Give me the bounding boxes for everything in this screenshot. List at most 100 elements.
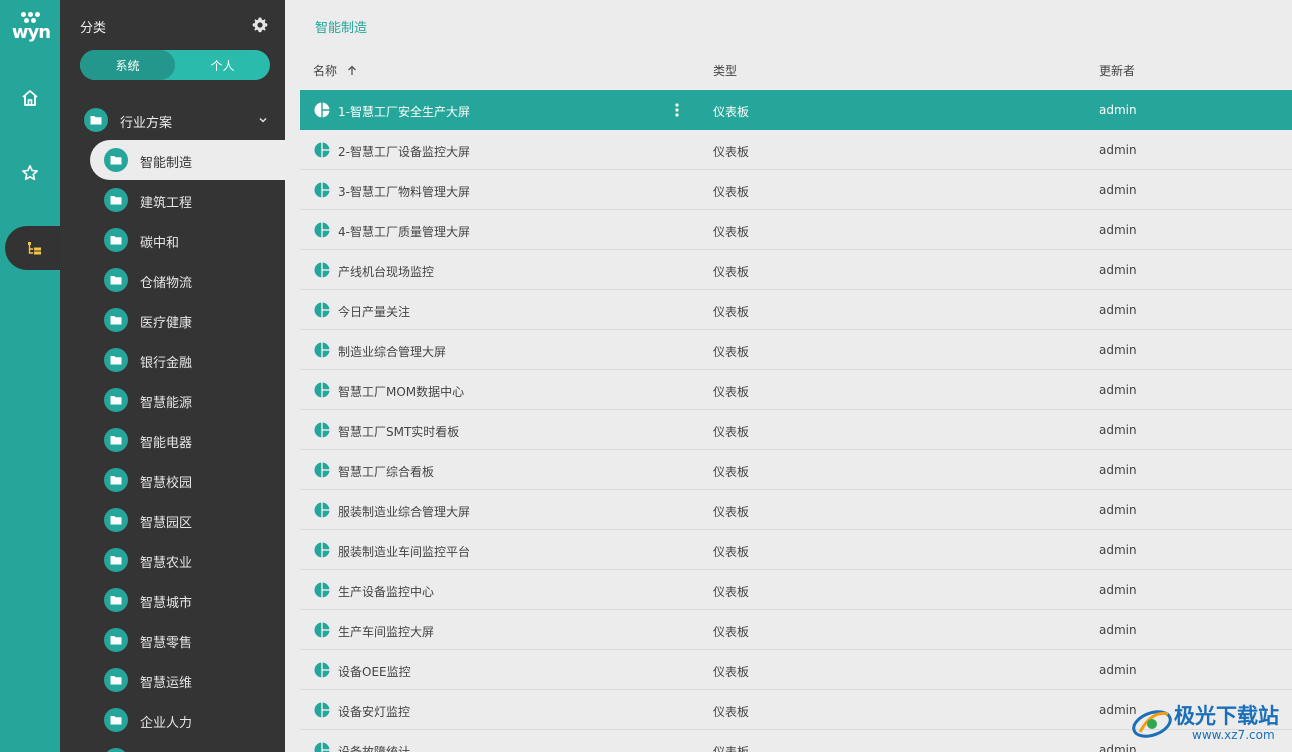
app-rail: wyn (0, 0, 65, 752)
dashboard-icon (314, 302, 330, 318)
tab-personal[interactable]: 个人 (175, 50, 270, 80)
rail-category-button[interactable] (5, 226, 65, 270)
row-updater: admin (1099, 623, 1137, 637)
table-row[interactable]: 3-智慧工厂物料管理大屏 仪表板 admin (300, 170, 1292, 210)
table-row[interactable]: 服装制造业综合管理大屏 仪表板 admin (300, 490, 1292, 530)
row-updater: admin (1099, 103, 1137, 117)
folder-icon (104, 308, 128, 332)
row-type: 仪表板 (713, 705, 750, 719)
table-row[interactable]: 生产车间监控大屏 仪表板 admin (300, 610, 1292, 650)
table-row[interactable]: 今日产量关注 仪表板 admin (300, 290, 1292, 330)
category-item[interactable]: 智慧零售 (90, 620, 285, 660)
category-title: 分类 (80, 21, 107, 36)
category-item-label: 智能制造 (140, 156, 193, 171)
row-name[interactable]: 产线机台现场监控 (338, 263, 434, 280)
row-name[interactable]: 智慧工厂综合看板 (338, 463, 434, 480)
row-type: 仪表板 (713, 225, 750, 239)
row-name[interactable]: 服装制造业综合管理大屏 (338, 503, 470, 520)
row-type: 仪表板 (713, 545, 750, 559)
row-type: 仪表板 (713, 505, 750, 519)
column-header-name[interactable]: 名称 (313, 62, 357, 79)
folder-icon (104, 588, 128, 612)
row-name[interactable]: 1-智慧工厂安全生产大屏 (338, 103, 470, 120)
dashboard-icon (314, 142, 330, 158)
row-name[interactable]: 设备OEE监控 (338, 663, 411, 680)
gear-icon[interactable] (251, 16, 269, 34)
dashboard-icon (314, 462, 330, 478)
category-item[interactable]: 智能制造 (90, 140, 285, 180)
category-item[interactable]: 银行金融 (90, 340, 285, 380)
table-row[interactable]: 生产设备监控中心 仪表板 admin (300, 570, 1292, 610)
category-item-label: 智能电器 (140, 436, 193, 451)
row-name[interactable]: 制造业综合管理大屏 (338, 343, 446, 360)
category-item[interactable]: 企业人力 (90, 700, 285, 740)
wyn-logo[interactable]: wyn (8, 10, 52, 46)
dashboard-icon (314, 702, 330, 718)
sort-arrow-up-icon (347, 65, 356, 75)
category-item[interactable]: 智慧校园 (90, 460, 285, 500)
row-name[interactable]: 设备安灯监控 (338, 703, 410, 720)
watermark-logo (1132, 710, 1172, 738)
more-options-icon[interactable] (672, 102, 682, 118)
row-type: 仪表板 (713, 385, 750, 399)
table-row[interactable]: 4-智慧工厂质量管理大屏 仪表板 admin (300, 210, 1292, 250)
logo-text: wyn (11, 22, 51, 43)
dashboard-icon (314, 582, 330, 598)
table-row[interactable]: 产线机台现场监控 仪表板 admin (300, 250, 1292, 290)
row-updater: admin (1099, 343, 1137, 357)
dashboard-icon (314, 542, 330, 558)
category-item[interactable]: 智慧能源 (90, 380, 285, 420)
table-row[interactable]: 2-智慧工厂设备监控大屏 仪表板 admin (300, 130, 1292, 170)
table-row[interactable]: 设备OEE监控 仪表板 admin (300, 650, 1292, 690)
row-name[interactable]: 智慧工厂SMT实时看板 (338, 423, 459, 440)
row-name[interactable]: 生产设备监控中心 (338, 583, 434, 600)
chevron-down-icon[interactable] (257, 114, 269, 126)
breadcrumb[interactable]: 智能制造 (315, 17, 367, 36)
category-item[interactable]: 智慧运维 (90, 660, 285, 700)
table-row[interactable]: 智慧工厂MOM数据中心 仪表板 admin (300, 370, 1292, 410)
row-name[interactable]: 今日产量关注 (338, 303, 410, 320)
table-row[interactable]: 1-智慧工厂安全生产大屏 仪表板 admin (300, 90, 1292, 130)
category-item-label: 智慧运维 (140, 676, 193, 691)
category-item[interactable]: 智慧城市 (90, 580, 285, 620)
column-header-type[interactable]: 类型 (713, 62, 737, 79)
category-item[interactable] (90, 740, 285, 752)
folder-icon (104, 468, 128, 492)
table-row[interactable]: 制造业综合管理大屏 仪表板 admin (300, 330, 1292, 370)
category-item[interactable]: 医疗健康 (90, 300, 285, 340)
category-item[interactable]: 碳中和 (90, 220, 285, 260)
column-name-label: 名称 (313, 64, 338, 78)
folder-icon (84, 108, 108, 132)
row-name[interactable]: 服装制造业车间监控平台 (338, 543, 470, 560)
category-item[interactable]: 仓储物流 (90, 260, 285, 300)
category-item[interactable]: 建筑工程 (90, 180, 285, 220)
tab-system[interactable]: 系统 (80, 50, 175, 80)
row-name[interactable]: 智慧工厂MOM数据中心 (338, 383, 464, 400)
category-item-label: 智慧校园 (140, 476, 193, 491)
table-row[interactable]: 智慧工厂综合看板 仪表板 admin (300, 450, 1292, 490)
folder-icon (104, 668, 128, 692)
row-type: 仪表板 (713, 105, 750, 119)
row-updater: admin (1099, 463, 1137, 477)
category-item[interactable]: 智能电器 (90, 420, 285, 460)
category-item-label: 碳中和 (140, 236, 180, 251)
category-item[interactable]: 智慧农业 (90, 540, 285, 580)
rail-favorites-button[interactable] (0, 151, 60, 195)
category-item-label: 建筑工程 (140, 196, 193, 211)
row-type: 仪表板 (713, 585, 750, 599)
rail-home-button[interactable] (0, 76, 60, 120)
table-row[interactable]: 服装制造业车间监控平台 仪表板 admin (300, 530, 1292, 570)
category-item[interactable]: 智慧园区 (90, 500, 285, 540)
category-group-industry[interactable]: 行业方案 (84, 108, 274, 132)
row-name[interactable]: 设备故障统计 (338, 743, 410, 752)
row-name[interactable]: 4-智慧工厂质量管理大屏 (338, 223, 470, 240)
row-type: 仪表板 (713, 185, 750, 199)
row-name[interactable]: 2-智慧工厂设备监控大屏 (338, 143, 470, 160)
row-updater: admin (1099, 183, 1137, 197)
table-row[interactable]: 智慧工厂SMT实时看板 仪表板 admin (300, 410, 1292, 450)
column-header-updater[interactable]: 更新者 (1099, 62, 1135, 79)
table-header: 名称 类型 更新者 (300, 54, 1292, 84)
row-name[interactable]: 生产车间监控大屏 (338, 623, 434, 640)
row-name[interactable]: 3-智慧工厂物料管理大屏 (338, 183, 470, 200)
dashboard-icon (314, 222, 330, 238)
